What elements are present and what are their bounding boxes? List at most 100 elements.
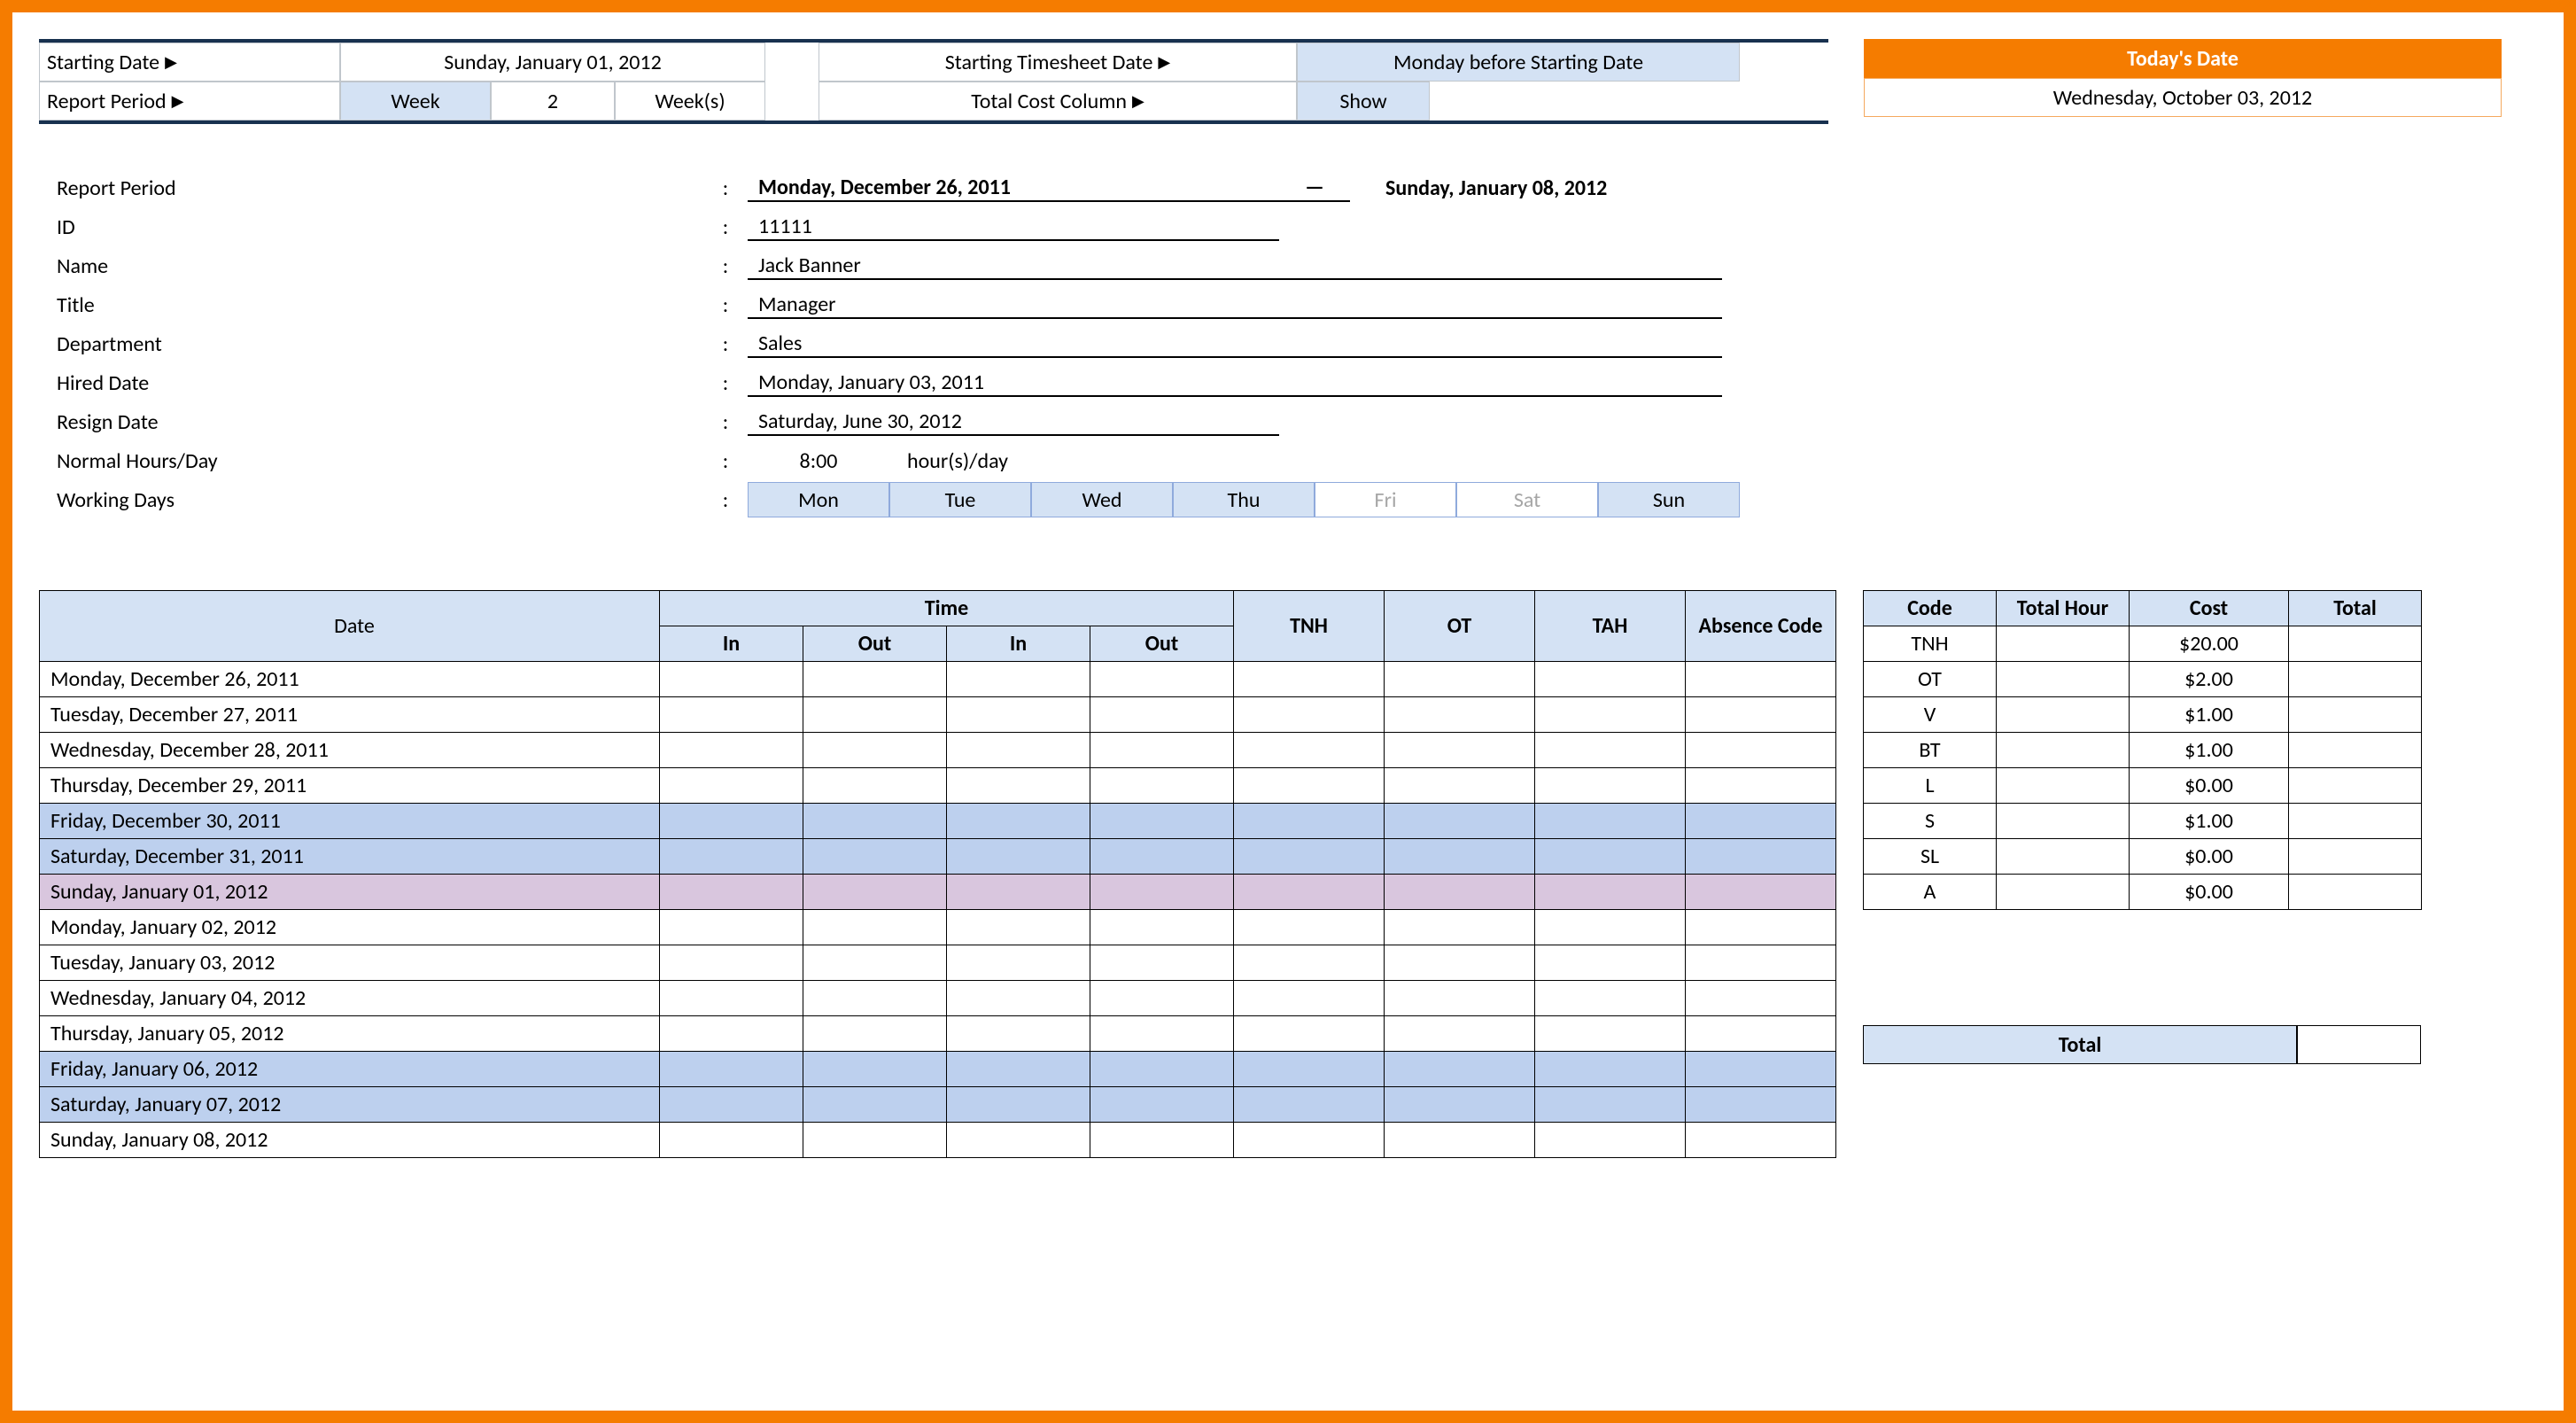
title-value[interactable]: Manager <box>748 292 1722 319</box>
data-cell[interactable] <box>1535 945 1686 981</box>
data-cell[interactable] <box>1090 875 1234 910</box>
summary-cell[interactable]: $2.00 <box>2130 662 2289 697</box>
name-value[interactable]: Jack Banner <box>748 253 1722 280</box>
data-cell[interactable] <box>947 1123 1090 1158</box>
summary-cell[interactable] <box>2289 804 2422 839</box>
summary-cell[interactable]: $1.00 <box>2130 733 2289 768</box>
data-cell[interactable] <box>1090 768 1234 804</box>
data-cell[interactable] <box>660 1123 803 1158</box>
wd-mon[interactable]: Mon <box>748 482 889 517</box>
data-cell[interactable] <box>1234 768 1385 804</box>
summary-cell[interactable]: $0.00 <box>2130 839 2289 875</box>
data-cell[interactable] <box>1686 697 1836 733</box>
summary-cell[interactable] <box>2289 839 2422 875</box>
data-cell[interactable] <box>1535 697 1686 733</box>
data-cell[interactable] <box>660 768 803 804</box>
wd-thu[interactable]: Thu <box>1173 482 1315 517</box>
data-cell[interactable] <box>1385 910 1535 945</box>
data-cell[interactable] <box>1234 1087 1385 1123</box>
data-cell[interactable] <box>1385 733 1535 768</box>
data-cell[interactable] <box>1686 945 1836 981</box>
data-cell[interactable] <box>1234 945 1385 981</box>
data-cell[interactable] <box>947 1016 1090 1052</box>
data-cell[interactable] <box>1385 945 1535 981</box>
data-cell[interactable] <box>1234 733 1385 768</box>
data-cell[interactable] <box>947 697 1090 733</box>
hired-date-value[interactable]: Monday, January 03, 2011 <box>748 369 1722 397</box>
data-cell[interactable] <box>1090 804 1234 839</box>
summary-cell[interactable] <box>2289 768 2422 804</box>
data-cell[interactable] <box>1090 1016 1234 1052</box>
data-cell[interactable] <box>1535 1016 1686 1052</box>
data-cell[interactable] <box>1535 662 1686 697</box>
data-cell[interactable] <box>1090 839 1234 875</box>
summary-cell[interactable]: $1.00 <box>2130 804 2289 839</box>
data-cell[interactable] <box>1234 804 1385 839</box>
data-cell[interactable] <box>660 945 803 981</box>
data-cell[interactable] <box>1535 1052 1686 1087</box>
summary-cell[interactable] <box>1997 733 2130 768</box>
summary-cell[interactable] <box>2289 875 2422 910</box>
data-cell[interactable] <box>1686 768 1836 804</box>
summary-cell[interactable]: $20.00 <box>2130 626 2289 662</box>
data-cell[interactable] <box>1385 875 1535 910</box>
wd-wed[interactable]: Wed <box>1031 482 1173 517</box>
data-cell[interactable] <box>947 839 1090 875</box>
data-cell[interactable] <box>660 910 803 945</box>
data-cell[interactable] <box>1234 697 1385 733</box>
wd-tue[interactable]: Tue <box>889 482 1031 517</box>
data-cell[interactable] <box>1686 981 1836 1016</box>
data-cell[interactable] <box>1535 981 1686 1016</box>
department-value[interactable]: Sales <box>748 330 1722 358</box>
summary-cell[interactable]: $1.00 <box>2130 697 2289 733</box>
data-cell[interactable] <box>1090 945 1234 981</box>
data-cell[interactable] <box>1535 804 1686 839</box>
summary-cell[interactable]: $0.00 <box>2130 768 2289 804</box>
report-period-unit1[interactable]: Week <box>340 82 491 121</box>
summary-cell[interactable] <box>2289 733 2422 768</box>
wd-fri[interactable]: Fri <box>1315 482 1456 517</box>
data-cell[interactable] <box>947 981 1090 1016</box>
data-cell[interactable] <box>1385 662 1535 697</box>
data-cell[interactable] <box>1385 839 1535 875</box>
data-cell[interactable] <box>1686 875 1836 910</box>
summary-cell[interactable] <box>1997 768 2130 804</box>
data-cell[interactable] <box>1234 981 1385 1016</box>
data-cell[interactable] <box>1234 1052 1385 1087</box>
data-cell[interactable] <box>947 875 1090 910</box>
data-cell[interactable] <box>803 1016 947 1052</box>
data-cell[interactable] <box>1686 662 1836 697</box>
starting-date-value[interactable]: Sunday, January 01, 2012 <box>340 43 765 82</box>
data-cell[interactable] <box>660 733 803 768</box>
data-cell[interactable] <box>660 662 803 697</box>
data-cell[interactable] <box>1234 1123 1385 1158</box>
data-cell[interactable] <box>947 804 1090 839</box>
data-cell[interactable] <box>660 804 803 839</box>
data-cell[interactable] <box>660 839 803 875</box>
total-cost-column-value[interactable]: Show <box>1297 82 1430 121</box>
data-cell[interactable] <box>947 1087 1090 1123</box>
data-cell[interactable] <box>803 1052 947 1087</box>
summary-cell[interactable] <box>2289 697 2422 733</box>
starting-timesheet-date-value[interactable]: Monday before Starting Date <box>1297 43 1740 82</box>
data-cell[interactable] <box>803 804 947 839</box>
data-cell[interactable] <box>1090 1087 1234 1123</box>
data-cell[interactable] <box>1686 804 1836 839</box>
data-cell[interactable] <box>1385 981 1535 1016</box>
data-cell[interactable] <box>1234 910 1385 945</box>
summary-cell[interactable] <box>2289 662 2422 697</box>
data-cell[interactable] <box>1535 839 1686 875</box>
normal-hours-value[interactable]: 8:00 <box>748 448 889 474</box>
data-cell[interactable] <box>803 839 947 875</box>
data-cell[interactable] <box>1686 1087 1836 1123</box>
data-cell[interactable] <box>1090 981 1234 1016</box>
data-cell[interactable] <box>1686 839 1836 875</box>
data-cell[interactable] <box>1234 839 1385 875</box>
id-value[interactable]: 11111 <box>748 214 1279 241</box>
data-cell[interactable] <box>1090 697 1234 733</box>
data-cell[interactable] <box>1686 910 1836 945</box>
data-cell[interactable] <box>1535 1087 1686 1123</box>
data-cell[interactable] <box>803 981 947 1016</box>
data-cell[interactable] <box>1090 1052 1234 1087</box>
summary-cell[interactable] <box>1997 697 2130 733</box>
